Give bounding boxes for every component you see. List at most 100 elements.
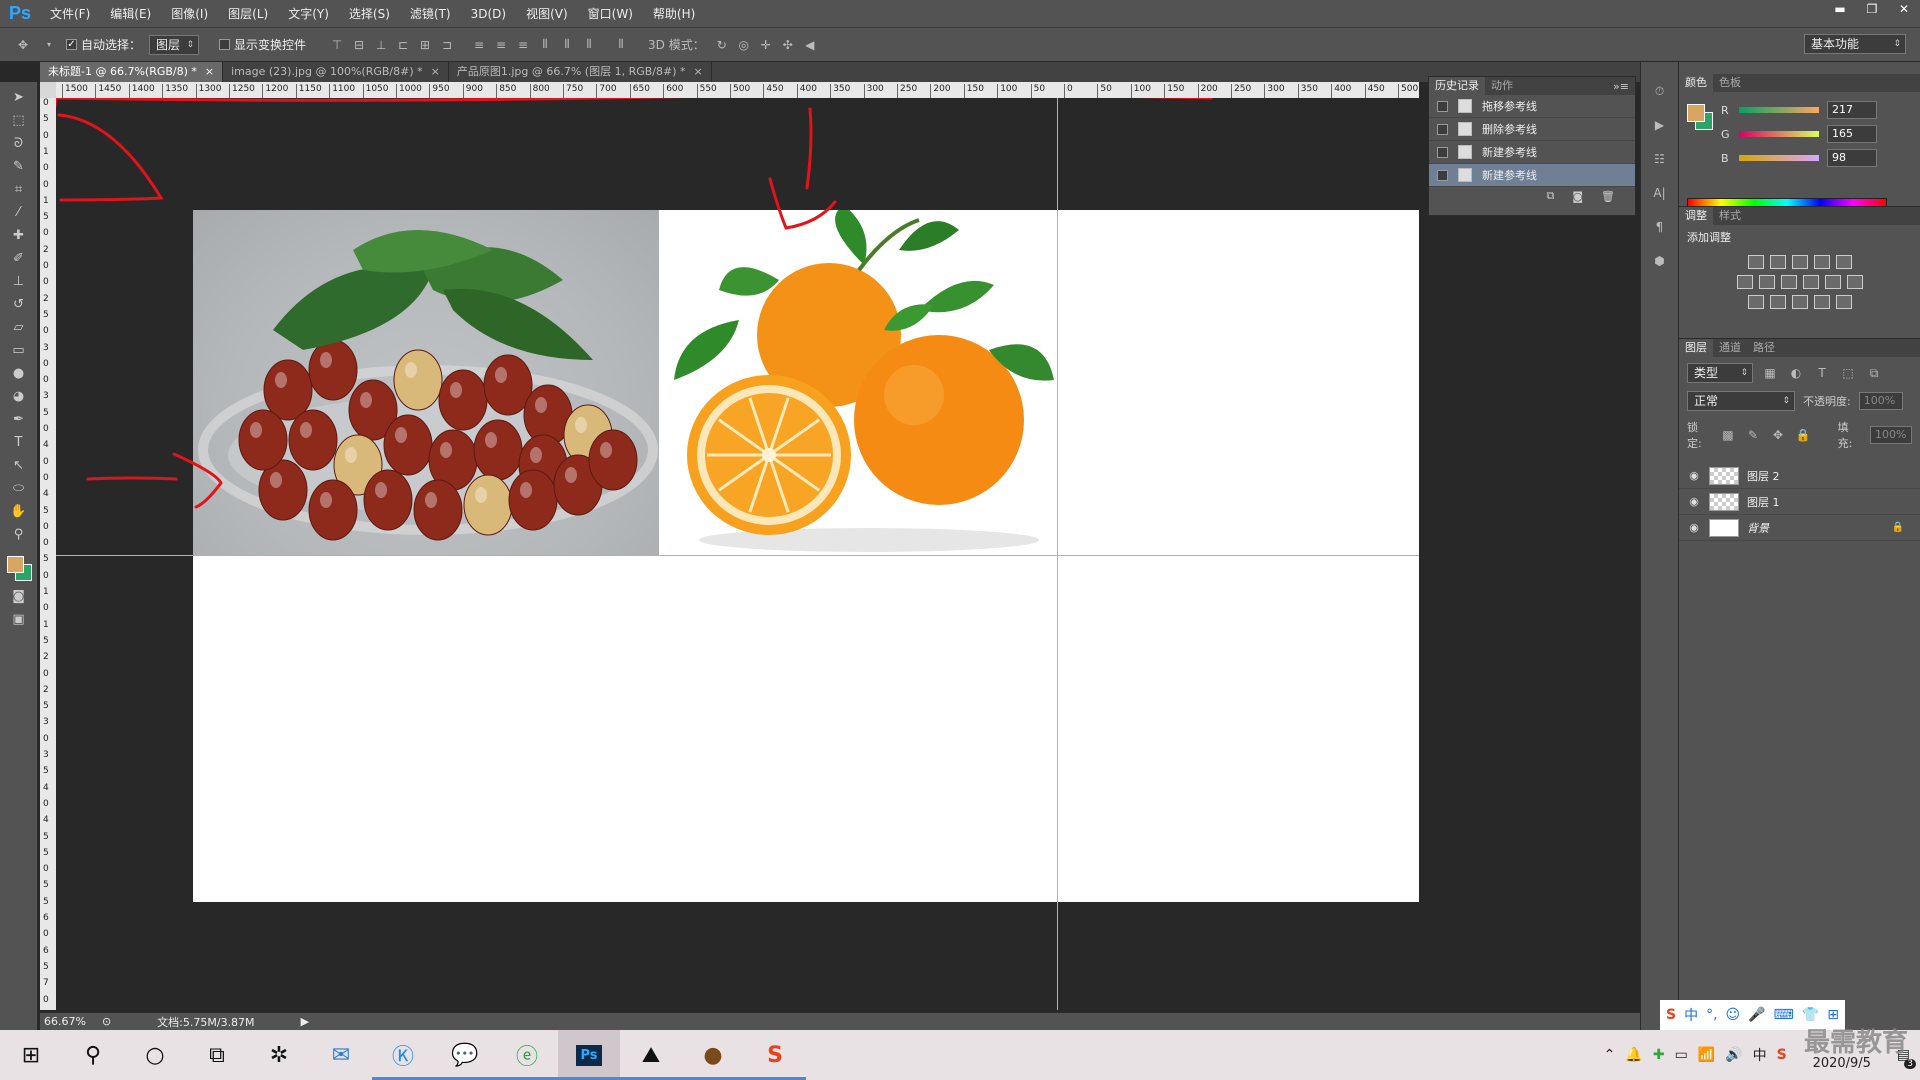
tab-styles[interactable]: 样式	[1713, 207, 1747, 225]
guide-horizontal[interactable]	[56, 555, 1419, 556]
filter-type-icon[interactable]: T	[1813, 364, 1831, 382]
restore-button[interactable]: ❐	[1856, 0, 1888, 18]
filter-smart-icon[interactable]: ⧉	[1865, 364, 1883, 382]
auto-select-dropdown[interactable]: 图层	[149, 34, 200, 55]
lasso-tool-icon[interactable]: ᘐ	[10, 134, 28, 152]
red-slider[interactable]	[1739, 107, 1819, 113]
document-tab[interactable]: image (23).jpg @ 100%(RGB/8#) * ×	[223, 62, 449, 82]
history-brush-source-checkbox[interactable]	[1437, 123, 1448, 135]
posterize-icon[interactable]	[1769, 295, 1786, 309]
history-item[interactable]: 新建参考线	[1429, 164, 1635, 187]
tab-adjustments[interactable]: 调整	[1679, 207, 1713, 225]
start-windows-icon[interactable]: ⊞	[0, 1030, 62, 1080]
show-transform-checkbox[interactable]: 显示变换控件	[219, 36, 306, 53]
distribute-bottom-icon[interactable]: ≡	[514, 36, 532, 54]
menu-item[interactable]: 3D(D)	[461, 0, 516, 28]
layer-row[interactable]: ◉ 背景 🔒	[1679, 515, 1920, 541]
hue-saturation-icon[interactable]	[1736, 275, 1753, 289]
battery-icon[interactable]: ▭	[1675, 1047, 1688, 1063]
color-swatches[interactable]	[5, 554, 33, 582]
green-slider[interactable]	[1739, 131, 1819, 137]
move-tool-icon[interactable]: ✥	[14, 36, 32, 54]
history-brush-tool-icon[interactable]: ↺	[10, 295, 28, 313]
orange-image-layer[interactable]	[659, 210, 1061, 556]
skin-icon[interactable]: 👕	[1802, 1007, 1819, 1023]
volume-icon[interactable]: 🔊	[1725, 1047, 1742, 1063]
horizontal-ruler[interactable]: 1500 1450 1400 1350 1300 1250 1200 1150 1100 1050…	[56, 82, 1419, 98]
opacity-input[interactable]: 100%	[1858, 392, 1903, 410]
media-app-icon[interactable]: ●	[682, 1030, 744, 1080]
tab-close-icon[interactable]: ×	[205, 62, 214, 82]
minimize-button[interactable]: ▬	[1824, 0, 1856, 18]
show-hidden-icons-chevron-icon[interactable]: ⌃	[1604, 1047, 1616, 1063]
chevron-down-icon[interactable]: ▾	[40, 36, 58, 54]
distribute-hcenter-icon[interactable]: ⦀	[558, 36, 576, 54]
screen-mode-icon[interactable]: ▣	[10, 610, 28, 628]
3d-roll-icon[interactable]: ◎	[735, 36, 753, 54]
3d-slide-icon[interactable]: ✣	[779, 36, 797, 54]
toolbox-grid-icon[interactable]: ⊞	[1827, 1007, 1839, 1023]
layer-row[interactable]: ◉ 图层 1	[1679, 489, 1920, 515]
distribute-top-icon[interactable]: ≡	[470, 36, 488, 54]
distribute-vcenter-icon[interactable]: ≡	[492, 36, 510, 54]
lock-position-icon[interactable]: ✥	[1770, 426, 1787, 444]
align-right-icon[interactable]: ⊐	[438, 36, 456, 54]
threshold-icon[interactable]	[1791, 295, 1808, 309]
cortana-icon[interactable]: ○	[124, 1030, 186, 1080]
tab-channels[interactable]: 通道	[1713, 339, 1747, 357]
selective-color-icon[interactable]	[1813, 295, 1830, 309]
character-panel-icon[interactable]: A|	[1651, 184, 1669, 202]
paragraph-panel-icon[interactable]: ¶	[1651, 218, 1669, 236]
eye-icon[interactable]: ◉	[1687, 495, 1701, 508]
close-button[interactable]: ✕	[1888, 0, 1920, 18]
guide-vertical[interactable]	[1057, 98, 1058, 1010]
document-canvas[interactable]	[193, 210, 1419, 902]
ime-indicator-icon[interactable]: 中	[1753, 1045, 1767, 1065]
blue-slider[interactable]	[1739, 155, 1819, 161]
vertical-ruler[interactable]: 0 5 0 1 0 0 1 5 0 2 0 0 2 5 0 3 0 0 3 5 0 4 0 0 4 5 0 0 5 0 1 0 1 5 2 0 2 5 3 0…	[40, 98, 56, 1010]
history-brush-source-checkbox[interactable]	[1437, 169, 1448, 181]
tab-layers[interactable]: 图层	[1679, 339, 1713, 357]
canvas-area[interactable]	[56, 98, 1419, 1010]
eye-icon[interactable]: ◉	[1687, 521, 1701, 534]
tab-paths[interactable]: 路径	[1747, 339, 1781, 357]
auto-select-checkbox[interactable]: ✓ 自动选择：	[66, 36, 141, 53]
menu-item[interactable]: 图像(I)	[161, 0, 218, 28]
healing-tool-icon[interactable]: ✚	[10, 226, 28, 244]
menu-item[interactable]: 图层(L)	[218, 0, 278, 28]
vibrance-icon[interactable]	[1835, 255, 1852, 269]
history-panel-icon[interactable]: ⏱	[1651, 82, 1669, 100]
actions-play-icon[interactable]: ▶	[1651, 116, 1669, 134]
color-balance-icon[interactable]	[1758, 275, 1775, 289]
photo-filter-icon[interactable]	[1802, 275, 1819, 289]
blur-tool-icon[interactable]: ●	[10, 364, 28, 382]
filter-shape-icon[interactable]: ⬚	[1839, 364, 1857, 382]
blend-mode-dropdown[interactable]: 正常	[1687, 391, 1795, 411]
task-view-icon[interactable]: ⧉	[186, 1030, 248, 1080]
pen-tool-icon[interactable]: ✒	[10, 410, 28, 428]
panel-menu-icon[interactable]: »≡	[1613, 80, 1635, 93]
mail-icon[interactable]: ✉	[310, 1030, 372, 1080]
menu-item[interactable]: 文件(F)	[40, 0, 100, 28]
tab-color[interactable]: 颜色	[1679, 74, 1713, 92]
menu-item[interactable]: 编辑(E)	[100, 0, 161, 28]
kugou-music-icon[interactable]: Ⓚ	[372, 1030, 434, 1080]
punctuation-icon[interactable]: °,	[1706, 1007, 1717, 1023]
brightness-icon[interactable]	[1747, 255, 1764, 269]
menu-item[interactable]: 帮助(H)	[643, 0, 705, 28]
share-icon[interactable]: ⊙	[102, 1015, 111, 1028]
jujube-image-layer[interactable]	[193, 210, 659, 556]
distribute-left-icon[interactable]: ⦀	[536, 36, 554, 54]
align-left-icon[interactable]: ⊏	[394, 36, 412, 54]
channel-mixer-icon[interactable]	[1824, 275, 1841, 289]
ellipse-tool-icon[interactable]: ⬭	[10, 479, 28, 497]
filter-pixel-icon[interactable]: ▦	[1761, 364, 1779, 382]
security-app-icon[interactable]: ✚	[1653, 1047, 1665, 1063]
menu-item[interactable]: 文字(Y)	[278, 0, 339, 28]
crop-tool-icon[interactable]: ⌗	[10, 180, 28, 198]
layer-filter-dropdown[interactable]: 类型	[1687, 363, 1753, 383]
quick-mask-icon[interactable]: ◙	[10, 587, 28, 605]
properties-icon[interactable]: ☷	[1651, 150, 1669, 168]
document-tab[interactable]: 未标题-1 @ 66.7%(RGB/8) * ×	[40, 62, 224, 82]
distribute-right-icon[interactable]: ⦀	[580, 36, 598, 54]
